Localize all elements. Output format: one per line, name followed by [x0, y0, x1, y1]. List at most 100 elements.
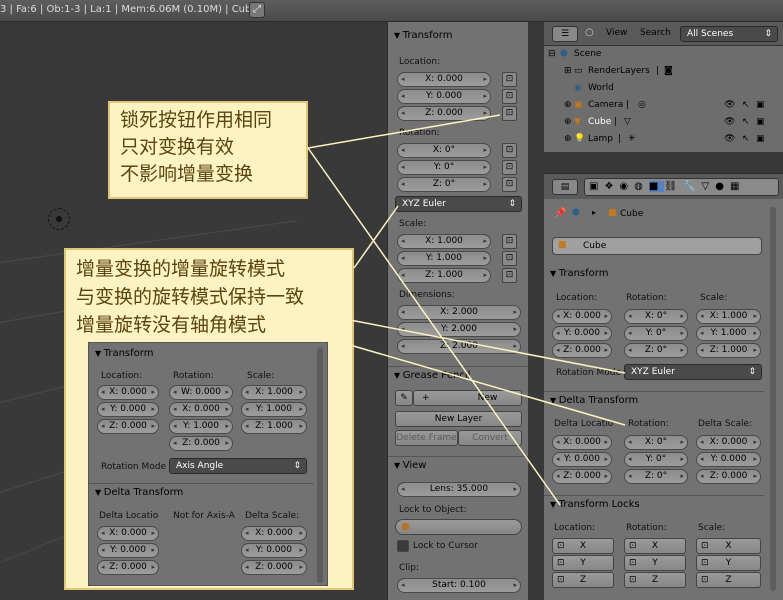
scale-z-field[interactable]: Z: 1.000: [397, 268, 491, 283]
scale-x-field[interactable]: X: 1.000: [397, 234, 491, 249]
world-tab-icon[interactable]: ◍: [634, 181, 649, 192]
lock-icon[interactable]: ⊡: [502, 177, 517, 192]
location-z-field[interactable]: Z: 0.000: [397, 106, 491, 121]
lock-scale-x[interactable]: ⊡ X: [696, 538, 761, 554]
material-tab-icon[interactable]: ●: [715, 181, 730, 192]
delta-scale-z-field[interactable]: Z: 0.000: [696, 469, 761, 484]
lock-scale-y[interactable]: ⊡ Y: [696, 555, 761, 571]
rotation-mode-select[interactable]: XYZ Euler: [624, 364, 762, 380]
eye-icon[interactable]: 👁: [724, 131, 735, 148]
search-menu[interactable]: Search: [640, 28, 671, 38]
clip-start-field[interactable]: Start: 0.100: [397, 578, 521, 593]
delta-location-y-field[interactable]: Y: 0.000: [552, 452, 612, 467]
lock-icon[interactable]: ⊡: [502, 143, 517, 158]
cursor-icon[interactable]: ↖: [742, 97, 750, 114]
lock-object-field[interactable]: ■: [395, 519, 522, 535]
render-icon[interactable]: ▣: [756, 97, 765, 114]
scene-tab-icon[interactable]: ◉: [619, 181, 634, 192]
eye-icon[interactable]: 👁: [724, 97, 735, 114]
editor-type-icon[interactable]: ☰: [552, 26, 578, 42]
pin-icon[interactable]: 📌: [554, 208, 566, 219]
dimension-x-field[interactable]: X: 2.000: [397, 305, 521, 320]
outliner-row-cube[interactable]: ⊕ ▼ Cube | ▽ 👁 ↖ ▣: [544, 114, 783, 131]
view-menu[interactable]: View: [606, 28, 627, 38]
object-name-field[interactable]: Cube: [552, 237, 762, 255]
eye-icon[interactable]: 👁: [724, 114, 735, 131]
grease-new-button[interactable]: + New: [413, 390, 522, 406]
scale-y-field[interactable]: Y: 1.000: [397, 251, 491, 266]
scale-x-field[interactable]: X: 1.000: [696, 309, 761, 324]
lamp-object-icon[interactable]: [48, 208, 70, 230]
delete-frame-button[interactable]: Delete Frame: [395, 430, 458, 446]
outliner-row-lamp[interactable]: ⊕ 💡 Lamp | ✳ 👁 ↖ ▣: [544, 131, 783, 148]
rotation-mode-select[interactable]: XYZ Euler: [395, 196, 522, 212]
rotation-y-field[interactable]: Y: 0°: [624, 326, 688, 341]
outliner-row-camera[interactable]: ⊕ ▣ Camera | ◎ 👁 ↖ ▣: [544, 97, 783, 114]
lock-icon[interactable]: ⊡: [502, 268, 517, 283]
new-layer-button[interactable]: New Layer: [395, 411, 522, 427]
convert-button[interactable]: Convert: [458, 430, 522, 446]
rotation-x-field[interactable]: X: 0°: [397, 143, 491, 158]
delta-rotation-x-field[interactable]: X: 0°: [624, 435, 688, 450]
lock-to-cursor-checkbox[interactable]: [397, 540, 409, 552]
delta-rotation-y-field[interactable]: Y: 0°: [624, 452, 688, 467]
editor-type-icon[interactable]: ▤: [552, 179, 578, 195]
properties-scrollbar[interactable]: [770, 207, 776, 591]
delta-transform-header[interactable]: Delta Transform: [544, 391, 764, 409]
outliner-row-scene[interactable]: ⊟ ⬢ Scene: [544, 46, 783, 63]
cursor-icon[interactable]: ↖: [742, 114, 750, 131]
lock-icon[interactable]: ⊡: [502, 234, 517, 249]
scale-z-field[interactable]: Z: 1.000: [696, 343, 761, 358]
context-tabs[interactable]: ▣❖◉◍■⛓🔧▽●▦: [584, 178, 779, 196]
object-tab-icon[interactable]: ■: [648, 181, 665, 192]
scale-y-field[interactable]: Y: 1.000: [696, 326, 761, 341]
lock-icon[interactable]: ⊡: [502, 160, 517, 175]
render-icon[interactable]: ▣: [756, 131, 765, 148]
modifiers-tab-icon[interactable]: 🔧: [683, 181, 701, 192]
render-tab-icon[interactable]: ▣: [589, 181, 604, 192]
view-panel-header[interactable]: View: [388, 456, 528, 474]
fullscreen-icon[interactable]: ⤢: [249, 2, 265, 18]
lock-icon[interactable]: ⊡: [502, 106, 517, 121]
delta-location-z-field[interactable]: Z: 0.000: [552, 469, 612, 484]
lock-rotation-z[interactable]: ⊡ Z: [624, 572, 686, 588]
delta-location-x-field[interactable]: X: 0.000: [552, 435, 612, 450]
lock-icon[interactable]: ⊡: [502, 72, 517, 87]
lock-rotation-y[interactable]: ⊡ Y: [624, 555, 686, 571]
constraints-tab-icon[interactable]: ⛓: [664, 181, 683, 192]
lock-location-z[interactable]: ⊡ Z: [552, 572, 614, 588]
transform-panel-header[interactable]: Transform: [388, 27, 528, 45]
transform-locks-header[interactable]: Transform Locks: [544, 495, 764, 513]
outliner-row-world[interactable]: ◉ World: [544, 80, 783, 97]
lock-location-y[interactable]: ⊡ Y: [552, 555, 614, 571]
location-x-field[interactable]: X: 0.000: [552, 309, 612, 324]
delta-scale-y-field[interactable]: Y: 0.000: [696, 452, 761, 467]
rotation-z-field[interactable]: Z: 0°: [397, 177, 491, 192]
lock-location-x[interactable]: ⊡ X: [552, 538, 614, 554]
lock-scale-z[interactable]: ⊡ Z: [696, 572, 761, 588]
outliner-filter-select[interactable]: All Scenes: [680, 26, 778, 42]
lock-icon[interactable]: ⊡: [502, 89, 517, 104]
location-y-field[interactable]: Y: 0.000: [552, 326, 612, 341]
pencil-icon[interactable]: ✎: [395, 390, 413, 406]
lock-icon[interactable]: ⊡: [502, 251, 517, 266]
texture-tab-icon[interactable]: ▦: [730, 181, 745, 192]
rotation-x-field[interactable]: X: 0°: [624, 309, 688, 324]
location-z-field[interactable]: Z: 0.000: [552, 343, 612, 358]
dimension-z-field[interactable]: Z: 2.000: [397, 339, 521, 354]
delta-scale-x-field[interactable]: X: 0.000: [696, 435, 761, 450]
location-y-field[interactable]: Y: 0.000: [397, 89, 491, 104]
lock-rotation-x[interactable]: ⊡ X: [624, 538, 686, 554]
cursor-icon[interactable]: ↖: [742, 131, 750, 148]
grease-pencil-header[interactable]: Grease Pencil: [388, 366, 528, 384]
rotation-y-field[interactable]: Y: 0°: [397, 160, 491, 175]
transform-panel-header[interactable]: Transform: [544, 265, 764, 283]
render-icon[interactable]: ▣: [756, 114, 765, 131]
dimension-y-field[interactable]: Y: 2.000: [397, 322, 521, 337]
outliner-row-renderlayers[interactable]: ⊞ ▭ RenderLayers | ◙: [544, 63, 783, 80]
layers-tab-icon[interactable]: ❖: [604, 181, 619, 192]
location-x-field[interactable]: X: 0.000: [397, 72, 491, 87]
data-tab-icon[interactable]: ▽: [702, 181, 716, 192]
lens-field[interactable]: Lens: 35.000: [397, 482, 521, 497]
delta-rotation-z-field[interactable]: Z: 0°: [624, 469, 688, 484]
